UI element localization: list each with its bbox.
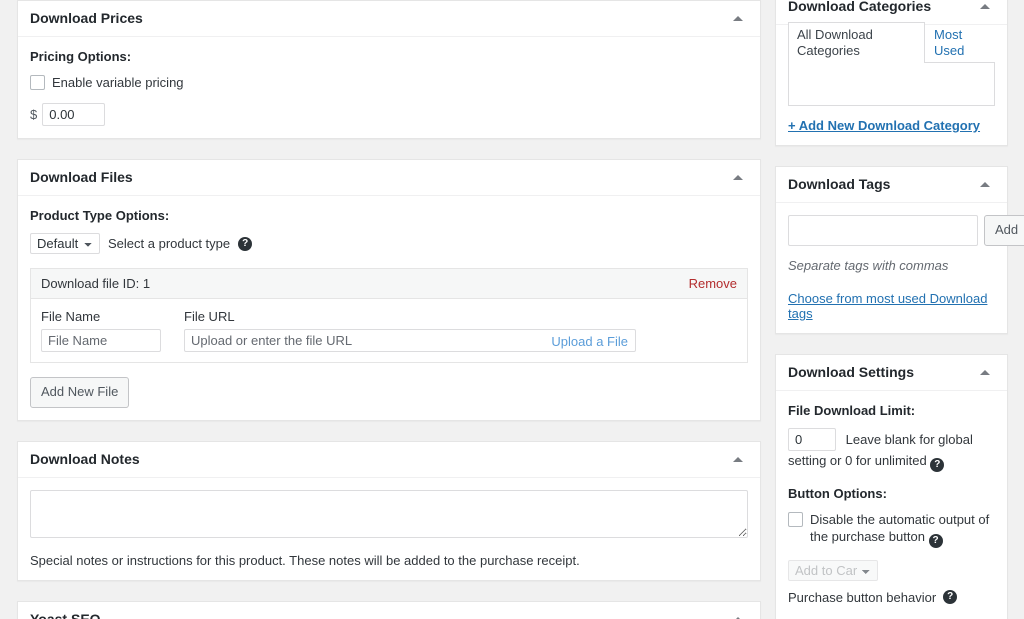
- pricing-options-label: Pricing Options:: [30, 49, 132, 64]
- download-files-title: Download Files: [30, 168, 133, 185]
- price-input[interactable]: [42, 103, 106, 126]
- currency-symbol: $: [30, 107, 38, 122]
- download-notes-help-text: Special notes or instructions for this p…: [30, 552, 580, 568]
- toggle-panel-icon[interactable]: [728, 449, 748, 469]
- help-icon[interactable]: ?: [930, 457, 945, 472]
- download-categories-title: Download Categories: [788, 0, 932, 14]
- yoast-seo-title: Yoast SEO: [30, 610, 101, 619]
- purchase-button-behavior-select[interactable]: Add to Cart: [788, 559, 878, 581]
- download-prices-title: Download Prices: [30, 9, 143, 26]
- disable-purchase-button-row: Disable the automatic output of the purc…: [788, 511, 995, 548]
- toggle-panel-icon[interactable]: [728, 168, 748, 188]
- choose-most-used-tags-link[interactable]: Choose from most used Download tags: [788, 291, 995, 321]
- help-icon[interactable]: ?: [943, 590, 958, 605]
- disable-purchase-button-label[interactable]: Disable the automatic output of the purc…: [810, 511, 995, 548]
- download-notes-panel: Download Notes Special notes or instruct…: [17, 440, 761, 581]
- file-url-label: File URL: [184, 309, 235, 324]
- category-list-box[interactable]: [788, 62, 995, 106]
- tab-most-used[interactable]: Most Used: [925, 22, 995, 62]
- download-notes-title: Download Notes: [30, 450, 140, 467]
- upload-a-file-link[interactable]: Upload a File: [551, 334, 628, 349]
- file-name-input[interactable]: [41, 329, 161, 352]
- toggle-panel-icon[interactable]: [975, 362, 995, 382]
- download-files-body: Product Type Options: Default Select a p…: [18, 196, 760, 420]
- download-file-row: Download file ID: 1 Remove File Name Fil…: [30, 268, 748, 363]
- add-new-download-category-link[interactable]: + Add New Download Category: [788, 118, 980, 133]
- file-url-field-group: File URL Upload a File: [184, 309, 636, 352]
- admin-page: Download Prices Pricing Options: Enable …: [0, 0, 1024, 619]
- yoast-seo-panel: Yoast SEO: [17, 600, 761, 619]
- download-prices-panel: Download Prices Pricing Options: Enable …: [17, 0, 761, 139]
- sidebar-column: Download Categories All Download Categor…: [775, 0, 1024, 619]
- file-download-limit-row: Leave blank for global setting or 0 for …: [788, 427, 995, 472]
- enable-variable-pricing-label[interactable]: Enable variable pricing: [52, 74, 184, 91]
- download-tags-header[interactable]: Download Tags: [776, 167, 1007, 203]
- file-url-wrapper: Upload a File: [184, 329, 636, 352]
- new-tag-input[interactable]: [788, 215, 978, 246]
- help-icon[interactable]: ?: [238, 236, 253, 251]
- download-categories-panel: Download Categories All Download Categor…: [775, 0, 1008, 146]
- disable-purchase-button-text: Disable the automatic output of the purc…: [810, 511, 990, 544]
- download-tags-panel: Download Tags Add Separate tags with com…: [775, 166, 1024, 334]
- main-column: Download Prices Pricing Options: Enable …: [17, 0, 761, 619]
- file-name-label: File Name: [41, 309, 101, 324]
- download-settings-header[interactable]: Download Settings: [776, 355, 1007, 391]
- download-settings-title: Download Settings: [788, 363, 914, 380]
- download-files-header[interactable]: Download Files: [18, 160, 760, 196]
- price-row: $: [30, 103, 748, 126]
- file-download-limit-input[interactable]: [788, 427, 836, 451]
- toggle-panel-icon[interactable]: [975, 175, 995, 195]
- purchase-button-behavior-text: Purchase button behavior: [788, 589, 937, 605]
- toggle-panel-icon[interactable]: [975, 0, 995, 17]
- purchase-button-behavior-row: Add to Cart Purchase button behavior ?: [788, 559, 995, 607]
- tag-hint-text: Separate tags with commas: [788, 257, 949, 273]
- download-file-row-header: Download file ID: 1 Remove: [31, 269, 747, 299]
- add-tag-button[interactable]: Add: [984, 215, 1024, 246]
- enable-variable-pricing-checkbox[interactable]: [30, 75, 45, 90]
- category-tabs: All Download Categories Most Used: [788, 22, 995, 63]
- tag-entry-row: Add: [788, 215, 1024, 246]
- download-settings-panel: Download Settings File Download Limit: L…: [775, 353, 1008, 619]
- download-file-row-body: File Name File URL Upload a File: [31, 299, 747, 362]
- disable-purchase-button-checkbox[interactable]: [788, 511, 803, 527]
- yoast-seo-header[interactable]: Yoast SEO: [18, 602, 760, 619]
- download-notes-header[interactable]: Download Notes: [18, 442, 760, 478]
- select-product-type-text: Select a product type: [108, 236, 231, 251]
- file-download-limit-label: File Download Limit:: [788, 402, 916, 418]
- download-file-id-label: Download file ID: 1: [41, 276, 151, 291]
- toggle-panel-icon[interactable]: [728, 9, 748, 29]
- download-settings-body: File Download Limit: Leave blank for glo…: [776, 391, 1007, 619]
- help-icon[interactable]: ?: [928, 533, 943, 548]
- download-tags-body: Add Separate tags with commas Choose fro…: [776, 203, 1024, 333]
- button-options-label: Button Options:: [788, 485, 887, 501]
- variable-pricing-row: Enable variable pricing: [30, 74, 748, 91]
- tab-all-download-categories[interactable]: All Download Categories: [788, 22, 926, 63]
- product-type-select[interactable]: Default: [30, 233, 100, 254]
- add-new-file-wrapper: Add New File: [30, 377, 748, 408]
- product-type-row: Default Select a product type ?: [30, 233, 748, 254]
- remove-file-link[interactable]: Remove: [689, 276, 737, 291]
- download-notes-textarea[interactable]: [30, 489, 748, 538]
- add-new-file-button[interactable]: Add New File: [30, 377, 130, 408]
- download-files-panel: Download Files Product Type Options: Def…: [17, 159, 761, 421]
- file-name-field-group: File Name: [41, 309, 161, 352]
- download-tags-title: Download Tags: [788, 175, 891, 192]
- toggle-panel-icon[interactable]: [728, 609, 748, 619]
- download-notes-body: Special notes or instructions for this p…: [18, 478, 760, 580]
- product-type-options-label: Product Type Options:: [30, 208, 170, 223]
- download-categories-body: All Download Categories Most Used + Add …: [776, 22, 1007, 145]
- download-prices-body: Pricing Options: Enable variable pricing…: [18, 37, 760, 138]
- download-prices-header[interactable]: Download Prices: [18, 1, 760, 37]
